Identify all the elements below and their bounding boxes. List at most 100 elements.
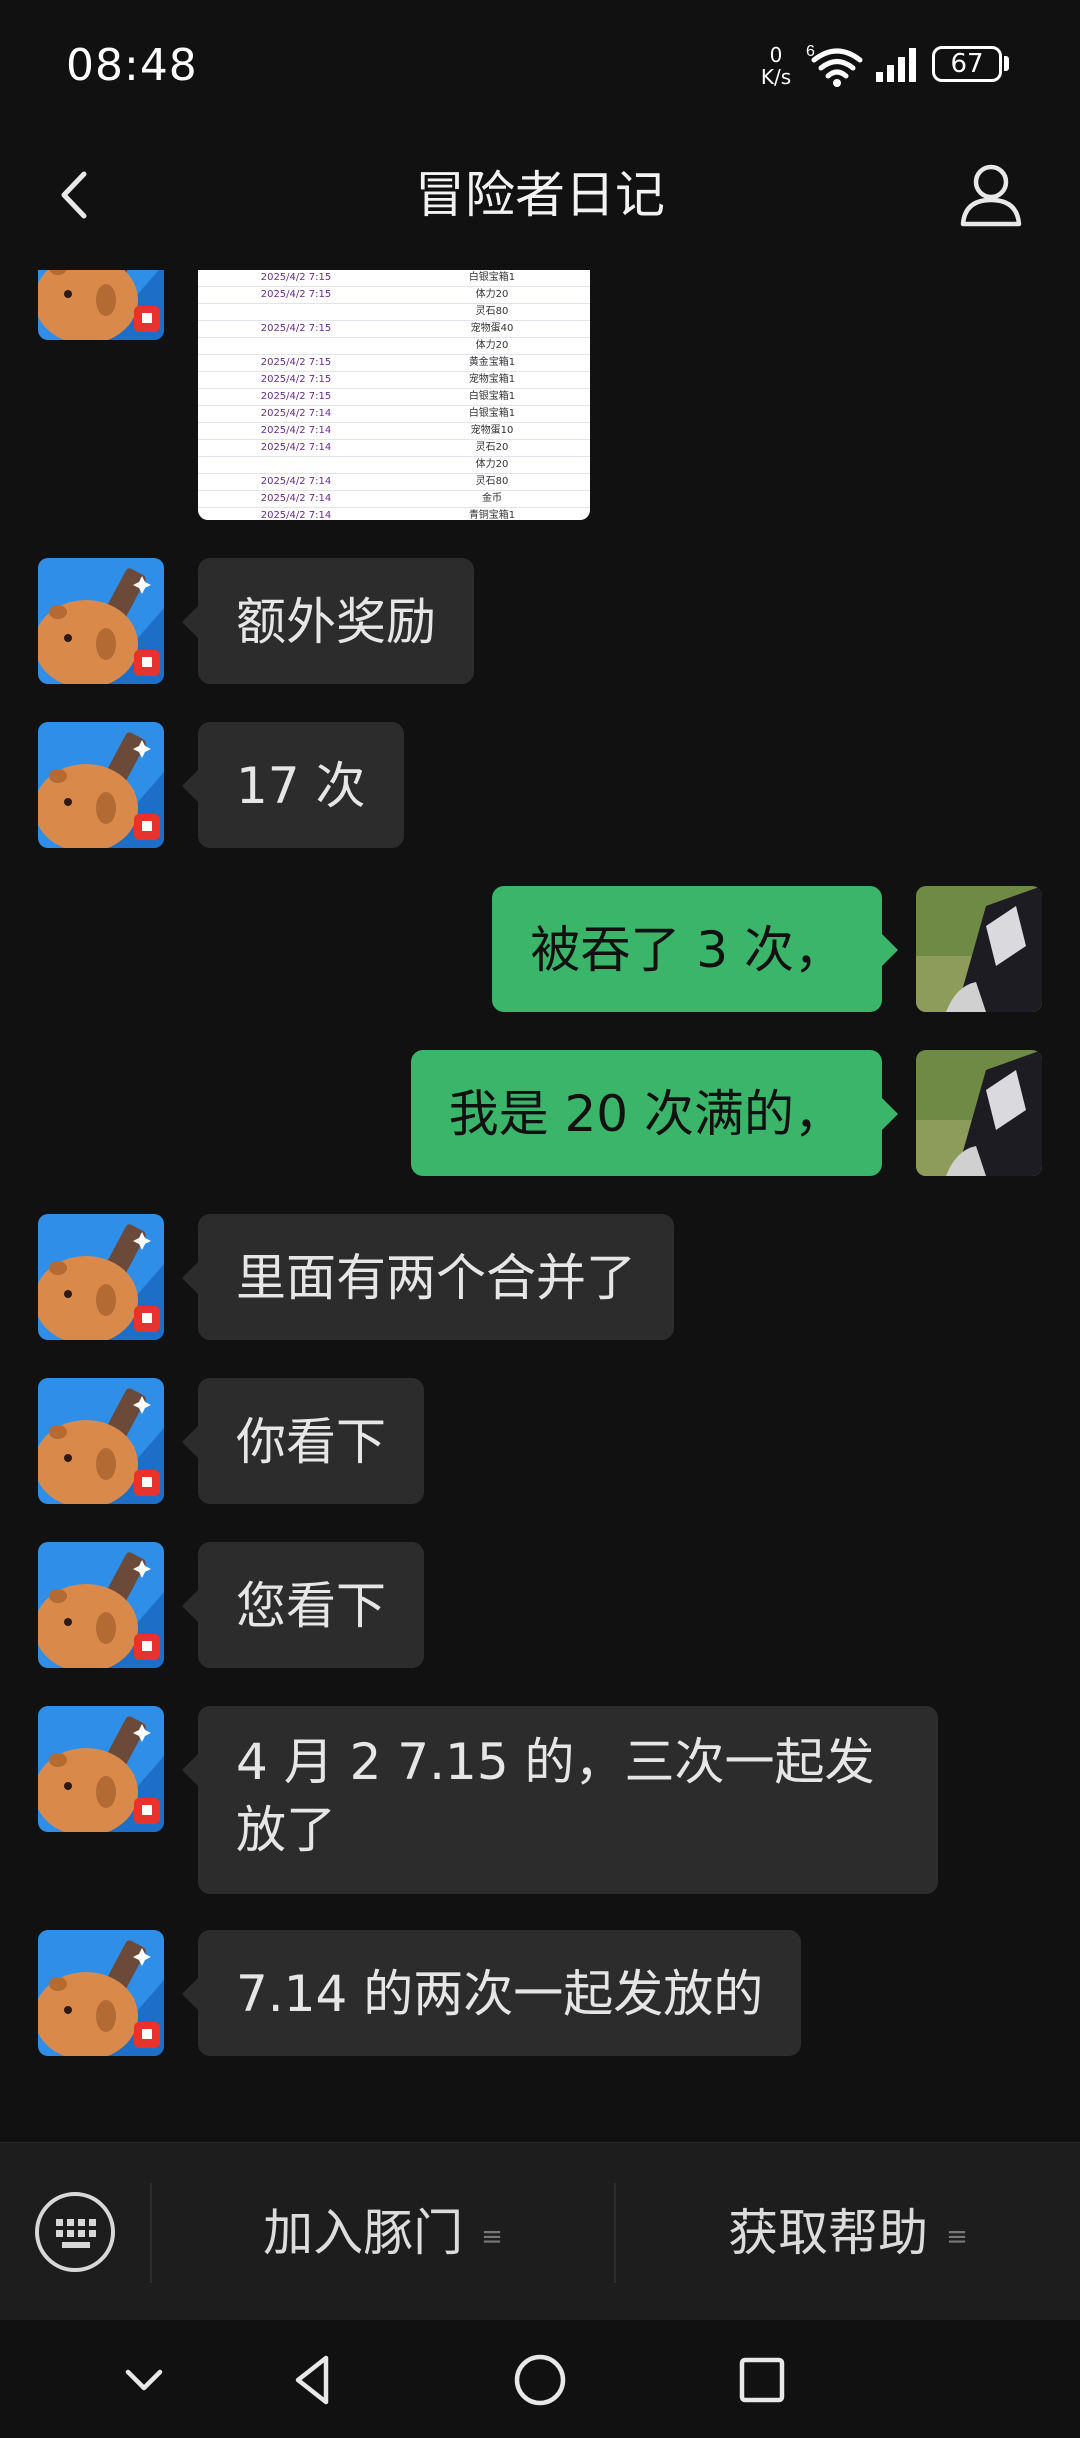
row-date: 2025/4/2 7:15: [260, 272, 332, 283]
message-bubble[interactable]: 17 次: [182, 722, 404, 848]
avatar[interactable]: [916, 1050, 1042, 1176]
message-bubble[interactable]: 你看下: [182, 1378, 424, 1504]
net-speed-unit: K/s: [760, 65, 792, 89]
row-date: 2025/4/2 7:14: [260, 442, 332, 453]
table-row: 2025/4/2 7:15 体力20: [198, 287, 590, 304]
wifi-badge: 6: [806, 44, 815, 60]
row-reward: 灵石20: [475, 442, 509, 453]
capybara-avatar-icon: [38, 270, 164, 340]
table-row: 体力20: [198, 338, 590, 355]
row-reward: 金币: [482, 493, 502, 504]
row-reward: 白银宝箱1: [468, 272, 516, 283]
row-reward: 灵石80: [475, 306, 509, 317]
table-row: 2025/4/2 7:15 白银宝箱1: [198, 389, 590, 406]
chat-title: 冒险者日记: [415, 166, 665, 224]
row-date: [198, 338, 394, 354]
capybara-avatar-icon: [38, 1378, 164, 1504]
table-row: 2025/4/2 7:14 白银宝箱1: [198, 406, 590, 423]
avatar[interactable]: [916, 886, 1042, 1012]
avatar[interactable]: [38, 1214, 164, 1340]
status-time: 08:48: [66, 40, 198, 91]
table-row: 2025/4/2 7:14 金币: [198, 491, 590, 508]
menu-join-label: 加入豚门: [263, 2204, 464, 2262]
message-bubble[interactable]: 您看下: [182, 1542, 424, 1668]
message-bubble[interactable]: 被吞了 3 次，: [492, 886, 898, 1012]
row-reward: 灵石80: [475, 476, 509, 487]
row-date: 2025/4/2 7:14: [260, 408, 332, 419]
wifi-icon: 6: [806, 44, 863, 87]
row-reward: 体力20: [475, 459, 509, 470]
menu-join-button[interactable]: 加入豚门 ≡: [152, 2183, 614, 2283]
message-row: 被吞了 3 次，: [0, 886, 1080, 1016]
row-reward: 白银宝箱1: [468, 408, 516, 419]
chevron-left-icon[interactable]: [40, 160, 110, 230]
row-date: [198, 304, 394, 320]
row-date: 2025/4/2 7:14: [260, 510, 332, 520]
avatar[interactable]: [38, 1930, 164, 2056]
message-bubble[interactable]: 我是 20 次满的，: [410, 1050, 899, 1176]
submenu-icon: ≡: [946, 2221, 968, 2252]
row-reward: 体力20: [475, 289, 509, 300]
row-reward: 宠物宝箱1: [468, 374, 516, 385]
message-row: 里面有两个合并了: [0, 1214, 1080, 1344]
row-date: 2025/4/2 7:15: [260, 289, 332, 300]
avatar[interactable]: [38, 722, 164, 848]
message-bubble[interactable]: 里面有两个合并了: [182, 1214, 674, 1340]
person-icon[interactable]: [955, 158, 1027, 230]
row-date: 2025/4/2 7:14: [260, 476, 332, 487]
keyboard-icon[interactable]: [34, 2191, 116, 2273]
message-list[interactable]: 2025/4/2 7:15 白银宝箱1 2025/4/2 7:15 体力20 灵石80 2…: [0, 270, 1080, 2142]
capybara-avatar-icon: [38, 1930, 164, 2056]
table-row: 灵石80: [198, 304, 590, 321]
table-row: 体力20: [198, 457, 590, 474]
capybara-avatar-icon: [38, 1214, 164, 1340]
submenu-icon: ≡: [481, 2221, 503, 2252]
screenshot-image-message[interactable]: 2025/4/2 7:15 白银宝箱1 2025/4/2 7:15 体力20 灵石80 2…: [198, 270, 590, 520]
row-date: [198, 457, 394, 473]
battery-indicator: 67: [932, 46, 1002, 82]
table-row: 2025/4/2 7:15 宠物蛋40: [198, 321, 590, 338]
reward-log-table: 2025/4/2 7:15 白银宝箱1 2025/4/2 7:15 体力20 灵石80 2…: [198, 270, 590, 520]
net-speed-value: 0: [769, 43, 783, 67]
message-bubble[interactable]: 7.14 的两次一起发放的: [181, 1930, 802, 2056]
system-navigation-bar: [0, 2320, 1080, 2438]
message-row: 7.14 的两次一起发放的: [0, 1930, 1080, 2060]
avatar[interactable]: [38, 1706, 164, 1832]
capybara-avatar-icon: [38, 1706, 164, 1832]
back-triangle-icon[interactable]: [284, 2350, 344, 2410]
row-date: 2025/4/2 7:14: [260, 493, 332, 504]
table-row: 2025/4/2 7:15 宠物宝箱1: [198, 372, 590, 389]
photo-avatar-icon: [916, 1050, 1042, 1176]
battery-tip: [1004, 56, 1009, 71]
message-row: 你看下: [0, 1378, 1080, 1508]
avatar[interactable]: [38, 270, 164, 340]
chevron-down-icon[interactable]: [114, 2350, 174, 2410]
table-row: 2025/4/2 7:14 青铜宝箱1: [198, 508, 590, 520]
row-reward: 黄金宝箱1: [468, 357, 516, 368]
net-speed-indicator: 0 K/s: [756, 44, 796, 88]
message-row: 我是 20 次满的，: [0, 1050, 1080, 1180]
avatar[interactable]: [38, 1542, 164, 1668]
table-row: 2025/4/2 7:14 灵石80: [198, 474, 590, 491]
row-reward: 体力20: [475, 340, 509, 351]
home-circle-icon[interactable]: [510, 2350, 570, 2410]
status-bar: 08:48 0 K/s 6 67: [0, 0, 1080, 130]
table-row: 2025/4/2 7:15 白银宝箱1: [198, 270, 590, 287]
table-row: 2025/4/2 7:15 黄金宝箱1: [198, 355, 590, 372]
menu-help-button[interactable]: 获取帮助 ≡: [616, 2183, 1080, 2283]
row-date: 2025/4/2 7:14: [260, 425, 332, 436]
avatar[interactable]: [38, 558, 164, 684]
row-reward: 宠物蛋10: [470, 425, 514, 436]
avatar[interactable]: [38, 1378, 164, 1504]
message-row: 额外奖励: [0, 558, 1080, 688]
message-bubble[interactable]: 4 月 2 7.15 的，三次一起发放了: [182, 1706, 938, 1894]
chat-header: 冒险者日记: [0, 130, 1080, 260]
message-bubble[interactable]: 额外奖励: [182, 558, 474, 684]
row-date: 2025/4/2 7:15: [260, 323, 332, 334]
signal-icon: [876, 48, 916, 82]
capybara-avatar-icon: [38, 1542, 164, 1668]
message-row: 您看下: [0, 1542, 1080, 1672]
recents-square-icon[interactable]: [732, 2350, 792, 2410]
row-date: 2025/4/2 7:15: [260, 391, 332, 402]
row-reward: 白银宝箱1: [468, 391, 516, 402]
